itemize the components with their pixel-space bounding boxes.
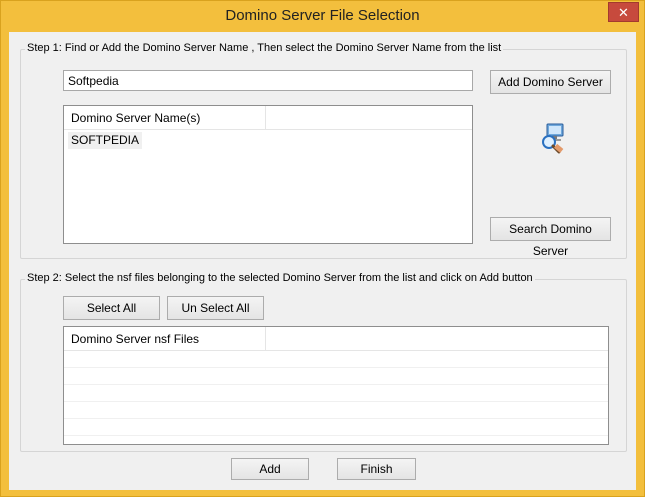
- server-list-header: Domino Server Name(s): [64, 106, 472, 130]
- column-header-server-names[interactable]: Domino Server Name(s): [64, 106, 266, 130]
- title-bar[interactable]: Domino Server File Selection ✕: [1, 1, 644, 32]
- finish-button[interactable]: Finish: [337, 458, 416, 480]
- add-button[interactable]: Add: [231, 458, 309, 480]
- step2-legend: Step 2: Select the nsf files belonging t…: [25, 272, 535, 284]
- column-header-blank[interactable]: [266, 106, 472, 130]
- client-area: Step 1: Find or Add the Domino Server Na…: [9, 32, 636, 490]
- step1-group: Step 1: Find or Add the Domino Server Na…: [20, 42, 627, 259]
- nsf-files-list[interactable]: Domino Server nsf Files: [63, 326, 609, 445]
- server-search-icon: [539, 122, 569, 156]
- column-header-nsf-files[interactable]: Domino Server nsf Files: [64, 327, 266, 351]
- server-list-item[interactable]: SOFTPEDIA: [68, 132, 143, 149]
- server-list[interactable]: Domino Server Name(s) SOFTPEDIA: [63, 105, 473, 244]
- nsf-list-header: Domino Server nsf Files: [64, 327, 608, 351]
- add-domino-server-button[interactable]: Add Domino Server: [490, 70, 611, 94]
- close-button[interactable]: ✕: [608, 2, 639, 22]
- window-title: Domino Server File Selection: [225, 7, 420, 24]
- server-name-input[interactable]: Softpedia: [63, 70, 473, 91]
- list-row: [64, 402, 608, 419]
- unselect-all-button[interactable]: Un Select All: [167, 296, 264, 320]
- list-row: [64, 385, 608, 402]
- step1-legend: Step 1: Find or Add the Domino Server Na…: [25, 42, 504, 54]
- list-row: [64, 351, 608, 368]
- step2-group: Step 2: Select the nsf files belonging t…: [20, 272, 627, 452]
- column-header-blank[interactable]: [266, 327, 608, 351]
- select-all-button[interactable]: Select All: [63, 296, 160, 320]
- search-domino-server-button[interactable]: Search Domino Server: [490, 217, 611, 258]
- list-row: [64, 419, 608, 436]
- app-window: Domino Server File Selection ✕ Step 1: F…: [0, 0, 645, 497]
- list-row: [64, 368, 608, 385]
